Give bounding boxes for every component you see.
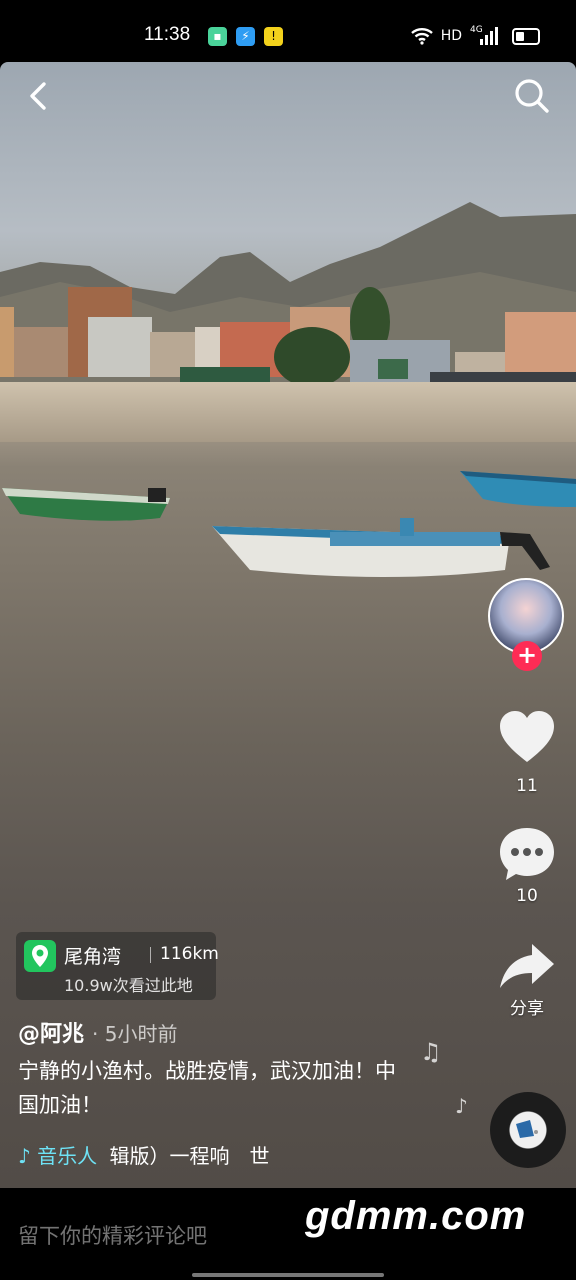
music-note-icon: ♪ (18, 1144, 31, 1168)
watermark-text: gdmm.com (305, 1194, 527, 1238)
author-name[interactable]: @阿兆 (18, 1016, 84, 1048)
message-notification-icon: ▪ (208, 27, 227, 46)
back-button[interactable] (14, 72, 62, 120)
signal-icon: 4G (470, 25, 498, 45)
disc-art-icon (516, 1120, 538, 1138)
battery-icon (512, 27, 540, 45)
green-boat (2, 488, 170, 521)
post-description: 宁静的小渔村。战胜疫情，武汉加油！中国加油！ (18, 1059, 396, 1117)
wifi-icon (410, 28, 433, 45)
like-button[interactable] (498, 710, 556, 764)
status-time: 11:38 (144, 24, 191, 45)
location-distance: 116km (160, 944, 219, 964)
location-views: 10.9w次看过此地 (64, 976, 193, 995)
music-track: 辑版）一程响 世 (109, 1144, 270, 1168)
search-button[interactable] (508, 72, 556, 120)
shield-notification-icon: ⚡ (236, 27, 255, 46)
comment-input[interactable]: 留下你的精彩评论吧 (18, 1220, 207, 1250)
music-info[interactable]: ♪ 音乐人 辑版）一程响 世 (18, 1140, 269, 1169)
signal-label: 4G (470, 25, 483, 35)
beach-sand (0, 382, 576, 442)
floating-note-icon: ♫ (420, 1038, 442, 1066)
share-label: 分享 (510, 999, 544, 1019)
status-bar: 11:38 ▪ ⚡ ! HD 4G (0, 0, 576, 64)
share-button[interactable] (498, 942, 556, 990)
music-author: 音乐人 (37, 1144, 98, 1168)
status-right: HD 4G (410, 24, 540, 48)
comment-button[interactable] (498, 826, 556, 882)
music-disc[interactable] (490, 1092, 566, 1168)
right-boat (460, 471, 576, 507)
comment-count: 10 (516, 886, 538, 906)
floating-note-icon-small: ♪ (455, 1094, 468, 1118)
home-indicator[interactable] (192, 1273, 384, 1277)
warning-notification-icon: ! (264, 27, 283, 46)
location-chip[interactable]: 尾角湾 116km 10.9w次看过此地 (16, 932, 219, 1000)
location-pin-icon (24, 940, 56, 972)
location-name: 尾角湾 (64, 946, 122, 968)
network-label: HD (440, 28, 462, 44)
follow-button[interactable]: + (512, 641, 542, 671)
like-count: 11 (516, 776, 538, 796)
blue-boat (212, 518, 550, 577)
location-divider (150, 947, 151, 963)
post-time: · 5小时前 (92, 1022, 178, 1046)
